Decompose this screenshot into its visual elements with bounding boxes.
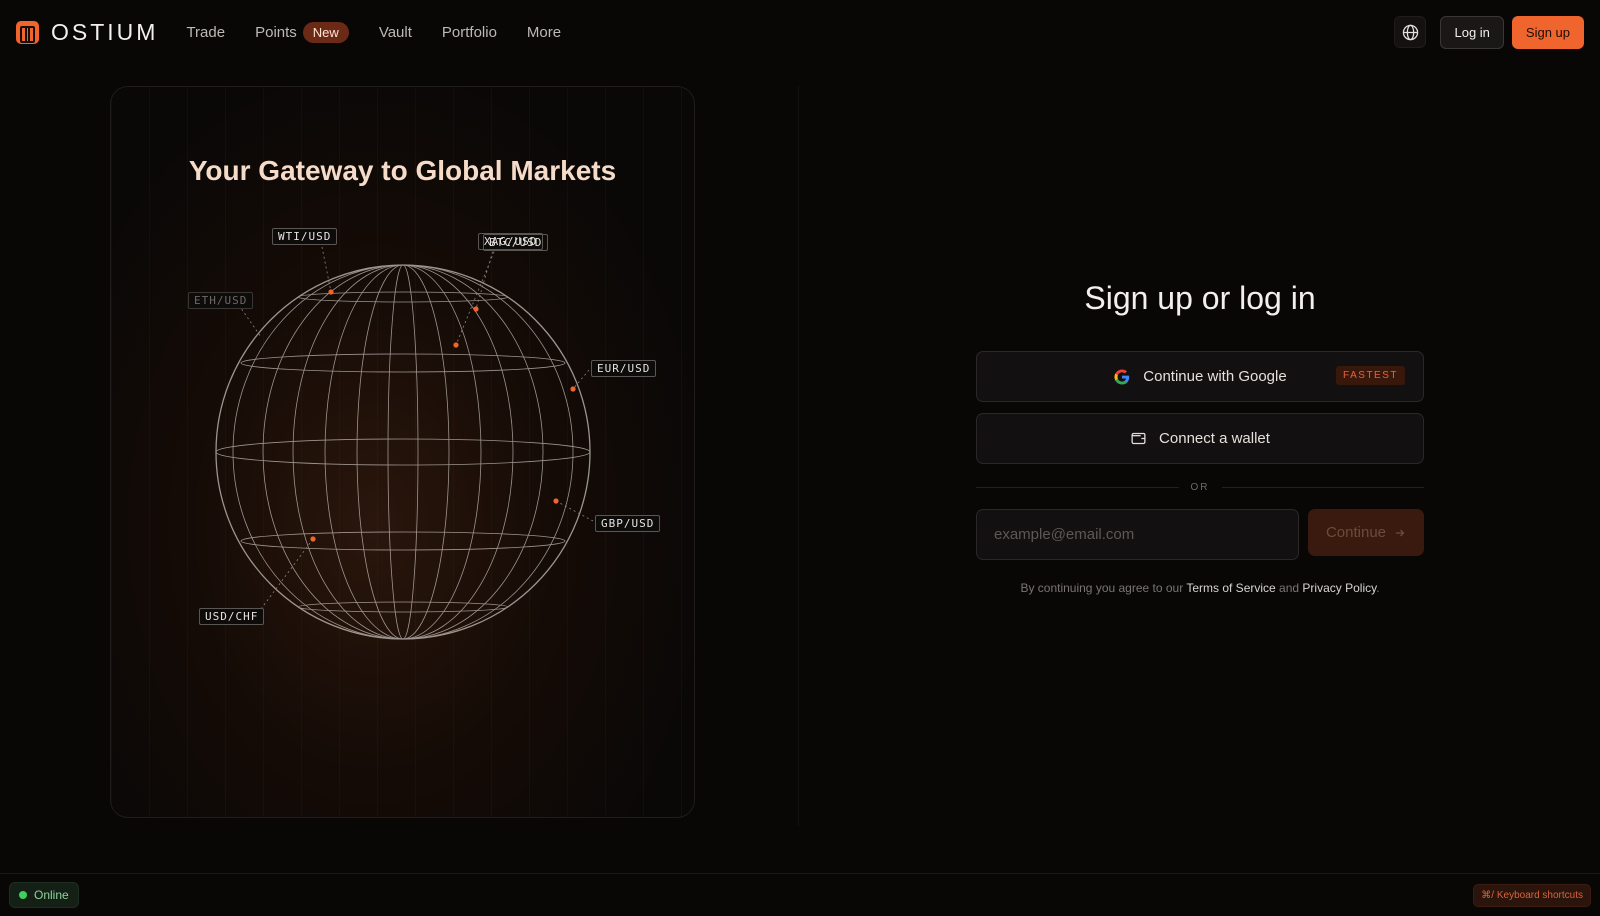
main-nav: Trade Points New Vault Portfolio More <box>186 21 561 43</box>
brand-logo[interactable]: OSTIUM <box>16 19 158 46</box>
google-icon <box>1114 368 1130 384</box>
new-badge: New <box>302 21 349 43</box>
pair-tag-eur-usd: EUR/USD <box>591 360 657 377</box>
keyboard-shortcuts-button[interactable]: ⌘/ Keyboard shortcuts <box>1473 883 1591 907</box>
terms-link[interactable]: Terms of Service <box>1186 581 1275 595</box>
online-status-label: Online <box>34 888 69 902</box>
nav-item-points[interactable]: Points New <box>255 21 349 43</box>
nav-item-trade[interactable]: Trade <box>186 24 225 41</box>
brand-name: OSTIUM <box>51 18 159 45</box>
vertical-divider <box>798 86 799 826</box>
legal-and: and <box>1279 581 1300 595</box>
pair-tag-usd-chf: USD/CHF <box>199 608 265 625</box>
connect-wallet-label: Connect a wallet <box>1159 430 1270 447</box>
fastest-badge: FASTEST <box>1336 366 1405 385</box>
arrow-right-icon <box>1396 529 1405 536</box>
header-actions: Log in Sign up <box>1394 15 1584 49</box>
nav-item-label: Vault <box>378 23 412 41</box>
auth-panel: Sign up or log in Continue with Google F… <box>976 280 1424 595</box>
online-status: Online <box>9 882 79 908</box>
auth-title: Sign up or log in <box>1084 280 1316 316</box>
nav-item-label: Portfolio <box>441 23 497 41</box>
wallet-icon <box>1131 432 1146 445</box>
continue-button[interactable]: Continue <box>1308 509 1424 556</box>
pair-tag-eth-usd: ETH/USD <box>188 292 254 309</box>
status-footer: Online ⌘/ Keyboard shortcuts <box>0 873 1600 916</box>
top-navigation-bar: OSTIUM Trade Points New Vault Portfolio … <box>0 0 1600 64</box>
nav-item-label: Trade <box>186 23 226 41</box>
online-dot-icon <box>19 891 27 899</box>
nav-item-portfolio[interactable]: Portfolio <box>442 24 497 41</box>
separator-line <box>1221 487 1424 488</box>
continue-label: Continue <box>1325 524 1387 541</box>
pair-tag-btc-usd: BTC/USD <box>483 234 549 251</box>
login-button[interactable]: Log in <box>1440 15 1504 49</box>
google-signin-button[interactable]: Continue with Google FASTEST <box>976 351 1424 402</box>
connect-wallet-button[interactable]: Connect a wallet <box>976 413 1424 464</box>
or-text: OR <box>1190 482 1210 493</box>
globe-icon <box>1402 24 1419 40</box>
wireframe-globe <box>215 241 594 640</box>
nav-item-more[interactable]: More <box>527 24 561 41</box>
google-signin-label: Continue with Google <box>1143 368 1287 385</box>
email-input[interactable] <box>976 509 1299 560</box>
email-row: Continue <box>976 509 1424 560</box>
privacy-link[interactable]: Privacy Policy <box>1302 581 1376 595</box>
legal-suffix: . <box>1376 581 1380 595</box>
ostium-logo-icon <box>16 20 39 44</box>
nav-item-label: More <box>526 23 562 41</box>
nav-item-label: Points <box>255 23 297 41</box>
nav-item-vault[interactable]: Vault <box>379 24 412 41</box>
legal-notice: By continuing you agree to our Terms of … <box>976 581 1424 595</box>
separator-line <box>976 487 1179 488</box>
promo-card: Your Gateway to Global Markets WTI/USD X… <box>110 86 695 818</box>
pair-tag-gbp-usd: GBP/USD <box>595 515 661 532</box>
legal-prefix: By continuing you agree to our <box>1020 581 1184 595</box>
pair-tag-wti-usd: WTI/USD <box>272 228 338 245</box>
or-separator: OR <box>976 482 1424 493</box>
signup-button[interactable]: Sign up <box>1511 15 1584 49</box>
language-button[interactable] <box>1394 16 1427 48</box>
